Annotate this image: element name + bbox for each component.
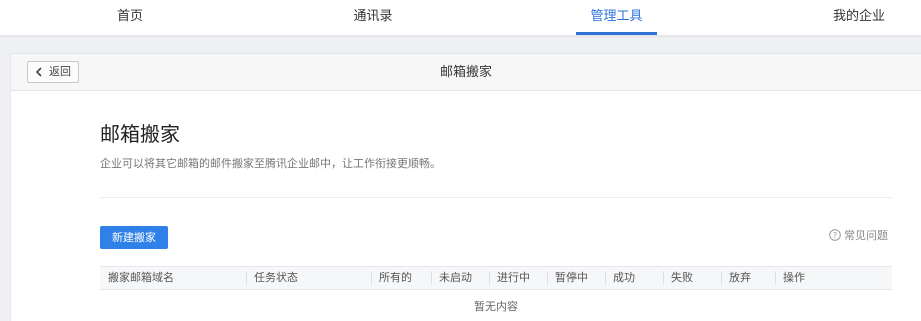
svg-text:?: ?	[833, 231, 837, 240]
empty-state-text: 暂无内容	[474, 300, 518, 313]
column-header-failed: 失败	[663, 267, 721, 289]
content-panel: 邮箱搬家 返回 邮箱搬家 企业可以将其它邮箱的邮件搬家至腾讯企业邮中，让工作衔接…	[10, 53, 921, 321]
new-migration-button[interactable]: 新建搬家	[100, 226, 168, 249]
column-header-status: 任务状态	[246, 267, 371, 289]
chevron-left-icon	[35, 67, 42, 77]
tab-admin-tools[interactable]: 管理工具	[576, 0, 657, 35]
tab-home-label: 首页	[116, 9, 143, 24]
faq-label: 常见问题	[844, 229, 888, 242]
column-header-abandoned: 放弃	[721, 267, 775, 289]
tab-admin-tools-label: 管理工具	[590, 9, 643, 24]
tab-home[interactable]: 首页	[108, 0, 152, 35]
column-header-all: 所有的	[371, 267, 431, 289]
table-header: 搬家邮箱域名 任务状态 所有的 未启动 进行中 暂停中 成功 失败 放弃 操作	[100, 266, 892, 290]
panel-title: 邮箱搬家	[439, 65, 492, 80]
active-tab-indicator	[576, 32, 657, 35]
panel-header: 邮箱搬家 返回	[11, 54, 921, 91]
tab-my-enterprise[interactable]: 我的企业	[826, 0, 892, 35]
column-header-paused: 暂停中	[547, 267, 605, 289]
back-button-label: 返回	[49, 65, 71, 78]
column-header-in-progress: 进行中	[489, 267, 547, 289]
question-circle-icon: ?	[829, 229, 841, 241]
tab-contacts[interactable]: 通讯录	[348, 0, 398, 35]
tab-my-enterprise-label: 我的企业	[832, 9, 885, 24]
back-button[interactable]: 返回	[27, 61, 79, 83]
column-header-not-started: 未启动	[431, 267, 489, 289]
column-header-success: 成功	[605, 267, 663, 289]
column-header-domain: 搬家邮箱域名	[108, 271, 174, 284]
page-heading: 邮箱搬家	[100, 122, 180, 146]
page-description: 企业可以将其它邮箱的邮件搬家至腾讯企业邮中，让工作衔接更顺畅。	[100, 157, 441, 170]
tab-contacts-label: 通讯录	[353, 9, 393, 24]
column-header-actions: 操作	[775, 267, 892, 289]
divider	[100, 197, 892, 198]
faq-link[interactable]: ? 常见问题	[829, 227, 888, 245]
top-nav: 首页 通讯录 管理工具 我的企业	[0, 0, 921, 35]
